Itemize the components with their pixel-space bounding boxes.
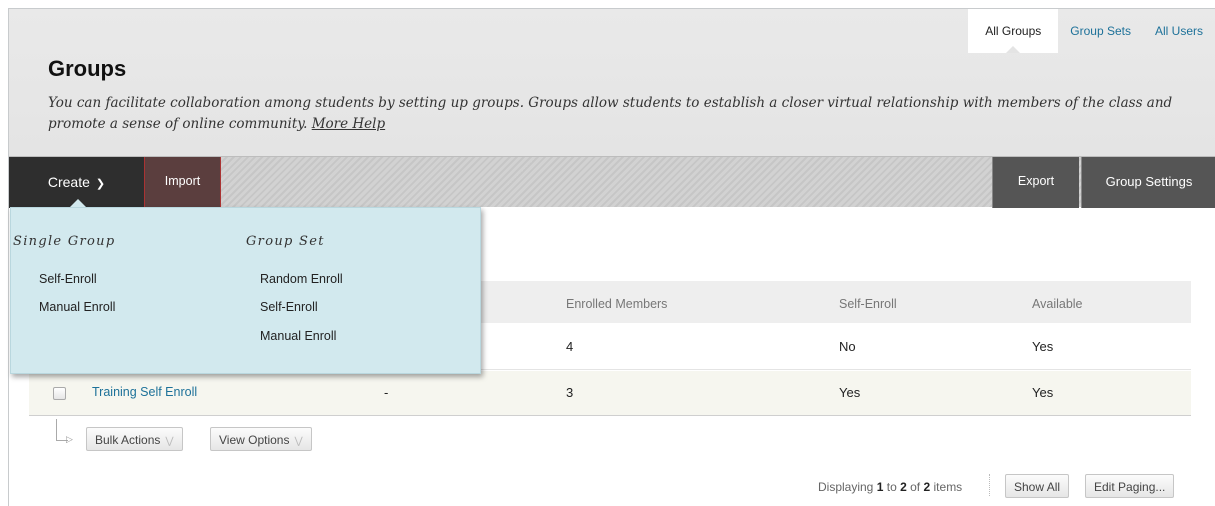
import-button[interactable]: Import (145, 157, 221, 208)
group-settings-button[interactable]: Group Settings (1081, 157, 1215, 208)
page-frame: Groups You can facilitate collaboration … (8, 8, 1215, 506)
show-all-button[interactable]: Show All (1005, 474, 1070, 498)
column-enrolled-members[interactable]: Enrolled Members (566, 297, 667, 311)
double-chevron-down-icon: ⋁ (294, 436, 303, 447)
paging-prefix: Displaying (818, 480, 874, 494)
column-self-enroll[interactable]: Self-Enroll (839, 297, 897, 311)
description-text: You can facilitate collaboration among s… (48, 95, 1173, 132)
menu-item-set-manual-enroll[interactable]: Manual Enroll (260, 329, 336, 343)
paging-to: 2 (900, 480, 907, 494)
menu-item-manual-enroll[interactable]: Manual Enroll (39, 300, 115, 314)
page-title: Groups (48, 56, 127, 81)
menu-item-self-enroll[interactable]: Self-Enroll (39, 272, 97, 286)
column-available[interactable]: Available (1032, 297, 1083, 311)
enrolled-count: 4 (566, 339, 574, 354)
paging-to-word: to (886, 480, 897, 494)
arrow-right-icon: ▷ (66, 434, 73, 444)
table-row: Training Self Enroll - 3 Yes Yes (29, 371, 1191, 416)
create-label: Create (47, 174, 90, 190)
self-enroll-value: No (839, 339, 856, 354)
more-help-link[interactable]: More Help (312, 116, 385, 132)
paging-from: 1 (876, 480, 884, 494)
group-set-heading: Group Set (246, 234, 325, 249)
paging-status: Displaying 1 to 2 of 2 items (818, 480, 962, 494)
row-checkbox[interactable] (53, 387, 66, 400)
group-set-value: - (384, 385, 389, 400)
paging-of-word: of (910, 480, 921, 494)
group-name-link[interactable]: Training Self Enroll (92, 385, 197, 399)
action-bar: Create ❯ Import Export Group Settings (9, 156, 1215, 208)
enrolled-count: 3 (566, 385, 574, 400)
chevron-down-icon: ❯ (95, 178, 106, 190)
tab-group-sets[interactable]: Group Sets (1058, 9, 1143, 53)
self-enroll-value: Yes (839, 385, 861, 400)
tab-all-users[interactable]: All Users (1143, 9, 1215, 53)
paging-suffix: items (933, 480, 963, 494)
bulk-actions-button[interactable]: Bulk Actions ⋁ (86, 427, 183, 451)
available-value: Yes (1032, 339, 1054, 354)
bulk-actions-label: Bulk Actions (95, 433, 161, 447)
menu-pointer (70, 199, 86, 207)
export-button[interactable]: Export (992, 157, 1079, 208)
view-tabs: All Groups Group Sets All Users (968, 9, 1215, 53)
menu-item-set-self-enroll[interactable]: Self-Enroll (260, 300, 318, 314)
double-chevron-down-icon: ⋁ (165, 436, 174, 447)
tab-all-groups[interactable]: All Groups (968, 9, 1059, 53)
edit-paging-button[interactable]: Edit Paging... (1085, 474, 1175, 498)
paging-total: 2 (923, 480, 931, 494)
single-group-heading: Single Group (13, 234, 116, 249)
view-options-label: View Options (219, 433, 290, 447)
menu-item-random-enroll[interactable]: Random Enroll (260, 272, 343, 286)
create-menu: Single Group Self-Enroll Manual Enroll G… (10, 207, 481, 374)
paging-divider (989, 474, 990, 496)
page-description: You can facilitate collaboration among s… (48, 93, 1188, 135)
available-value: Yes (1032, 385, 1054, 400)
view-options-button[interactable]: View Options ⋁ (210, 427, 312, 451)
